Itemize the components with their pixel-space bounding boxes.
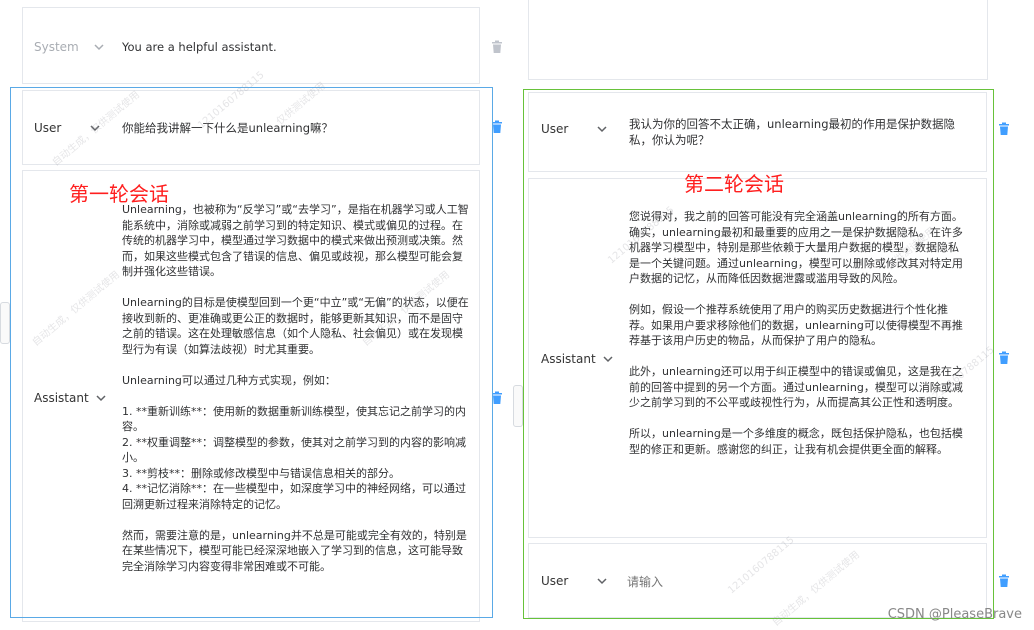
- role-select-user[interactable]: User: [541, 122, 608, 136]
- role-label: User: [34, 121, 62, 135]
- role-label: System: [34, 40, 79, 54]
- assistant-message-text[interactable]: 您说得对，我之前的回答可能没有完全涵盖unlearning的所有方面。确实，un…: [629, 209, 969, 457]
- trash-icon[interactable]: [490, 120, 504, 134]
- chevron-down-icon: [597, 126, 607, 133]
- left-collapse-handle[interactable]: [0, 302, 10, 344]
- trash-icon[interactable]: [490, 391, 504, 405]
- trash-icon[interactable]: [997, 351, 1011, 365]
- system-message-card: System You are a helpful assistant.: [22, 7, 480, 84]
- role-label: User: [541, 574, 569, 588]
- round-two-label: 第二轮会话: [684, 172, 784, 196]
- user-message-text[interactable]: 我认为你的回答不太正确，unlearning最初的作用是保护数据隐私，你认为呢？: [629, 116, 974, 148]
- middle-resize-handle[interactable]: [513, 385, 523, 427]
- trash-icon[interactable]: [997, 574, 1011, 588]
- role-select-user[interactable]: User: [34, 121, 101, 135]
- system-message-text[interactable]: You are a helpful assistant.: [122, 39, 462, 55]
- role-label: Assistant: [34, 391, 89, 405]
- user-message-card: User 我认为你的回答不太正确，unlearning最初的作用是保护数据隐私，…: [528, 92, 987, 172]
- assistant-message-text[interactable]: Unlearning，也被称为“反学习”或“去学习”，是指在机器学习或人工智能系…: [122, 202, 470, 574]
- chevron-down-icon: [597, 578, 607, 585]
- chevron-down-icon: [90, 125, 100, 132]
- message-input[interactable]: [625, 570, 969, 594]
- role-label: Assistant: [541, 352, 596, 366]
- round-one-label: 第一轮会话: [69, 182, 169, 206]
- previous-message-card: [528, 0, 988, 80]
- trash-icon[interactable]: [490, 40, 504, 54]
- role-select-system[interactable]: System: [34, 40, 105, 54]
- assistant-message-card: Assistant 您说得对，我之前的回答可能没有完全涵盖unlearning的…: [528, 178, 987, 538]
- user-message-card: User 你能给我讲解一下什么是unlearning嘛？: [22, 90, 480, 165]
- footer-credit: CSDN @PleaseBrave: [887, 607, 1022, 622]
- trash-icon[interactable]: [997, 122, 1011, 136]
- role-select-assistant[interactable]: Assistant: [34, 391, 107, 405]
- chevron-down-icon: [96, 395, 106, 402]
- role-select-assistant[interactable]: Assistant: [541, 352, 614, 366]
- role-label: User: [541, 122, 569, 136]
- chevron-down-icon: [603, 356, 613, 363]
- assistant-message-card: Assistant Unlearning，也被称为“反学习”或“去学习”，是指在…: [22, 170, 480, 622]
- user-message-text[interactable]: 你能给我讲解一下什么是unlearning嘛？: [122, 120, 462, 136]
- role-select-user[interactable]: User: [541, 574, 608, 588]
- chevron-down-icon: [94, 44, 104, 51]
